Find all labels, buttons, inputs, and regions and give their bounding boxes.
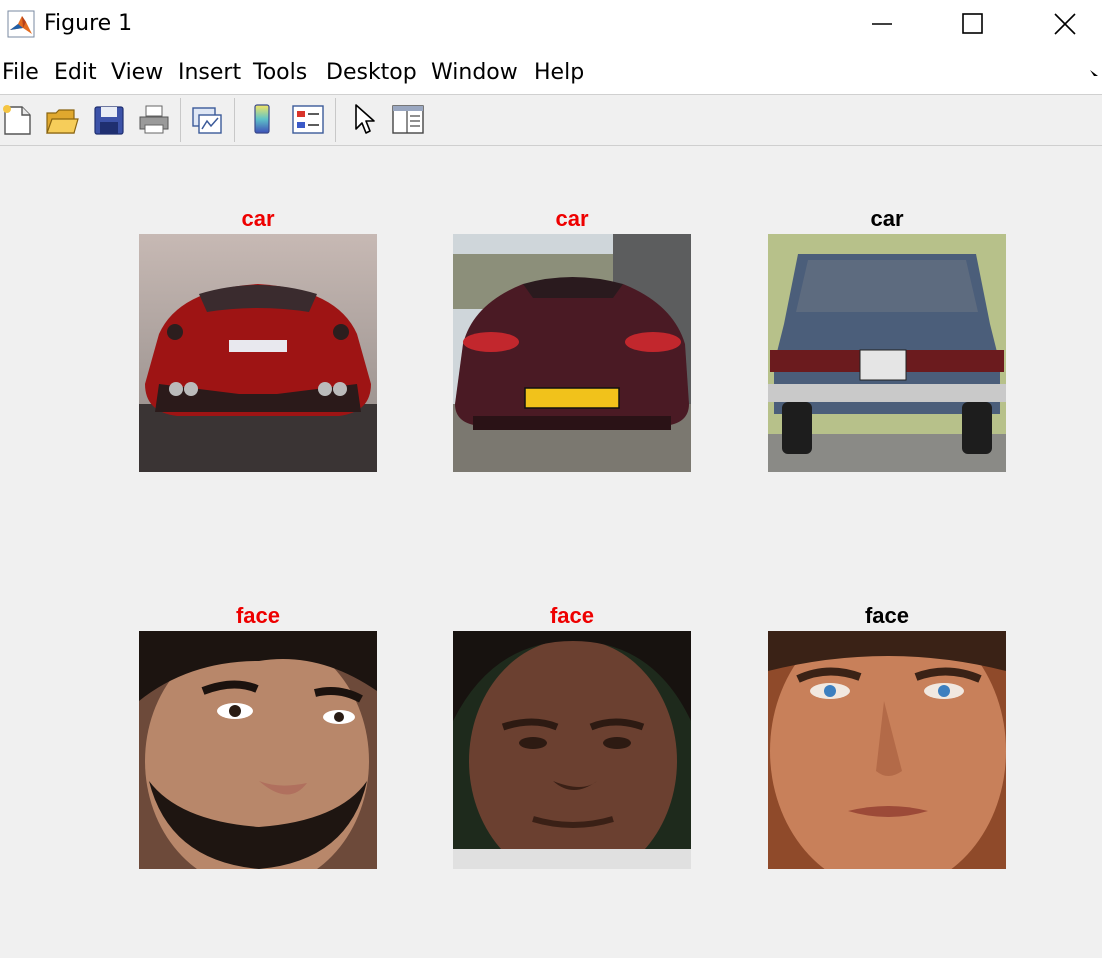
print-figure-button[interactable] [136,101,172,137]
property-inspector-icon [392,105,424,134]
save-figure-button[interactable] [91,101,127,137]
insert-legend-button[interactable] [290,101,326,137]
printer-icon [139,105,169,134]
figure-canvas: car car car face face face [0,146,1102,958]
close-icon [1054,13,1076,35]
menu-desktop[interactable]: Desktop [326,60,417,85]
open-file-button[interactable] [44,101,80,137]
matlab-logo-icon [7,10,35,38]
dock-arrow-icon[interactable] [1088,68,1100,80]
face-image-blue-eyed-man [768,631,1006,869]
subplot-title: face [235,603,281,628]
car-image-blue-sedan [768,234,1006,472]
property-inspector-button[interactable] [390,101,426,137]
subplot-3: car [768,206,1006,472]
title-bar: Figure 1 [0,0,1102,48]
open-folder-icon [46,109,79,134]
maximize-button[interactable] [927,0,1019,48]
toolbar-separator [180,98,181,142]
face-image-bearded-man [139,631,377,869]
menu-edit[interactable]: Edit [54,60,97,85]
subplot-title: car [555,206,589,231]
maximize-icon [962,13,983,34]
link-plot-icon [192,107,222,134]
insert-colorbar-button[interactable] [245,101,281,137]
subplot-4: face [139,603,377,869]
edit-plot-button[interactable] [346,101,382,137]
legend-icon [292,105,324,134]
subplot-2: car [453,206,691,472]
link-plot-button[interactable] [189,101,225,137]
subplot-title: car [241,206,275,231]
menu-tools[interactable]: Tools [253,60,307,85]
menu-bar: File Edit View Insert Tools Desktop Wind… [0,48,1102,95]
menu-insert[interactable]: Insert [178,60,241,85]
subplot-title: face [864,603,910,628]
toolbar-separator [335,98,336,142]
car-image-red-sports-car [139,234,377,472]
car-image-maroon-roadster [453,234,691,472]
close-button[interactable] [1019,0,1102,48]
cursor-arrow-icon [355,104,375,134]
subplot-title: car [870,206,904,231]
minimize-icon [872,23,892,25]
subplot-1: car [139,206,377,472]
figure-toolbar [0,95,1102,146]
toolbar-separator [234,98,235,142]
subplot-6: face [768,603,1006,869]
save-disk-icon [94,106,124,135]
new-file-icon [3,105,31,135]
colorbar-icon [254,104,270,134]
menu-window[interactable]: Window [431,60,518,85]
minimize-button[interactable] [836,0,928,48]
window-title: Figure 1 [44,11,133,36]
new-figure-button[interactable] [0,101,36,137]
face-image-older-man [453,631,691,869]
subplot-5: face [453,603,691,869]
menu-help[interactable]: Help [534,60,584,85]
menu-file[interactable]: File [2,60,39,85]
menu-view[interactable]: View [111,60,163,85]
subplot-title: face [549,603,595,628]
